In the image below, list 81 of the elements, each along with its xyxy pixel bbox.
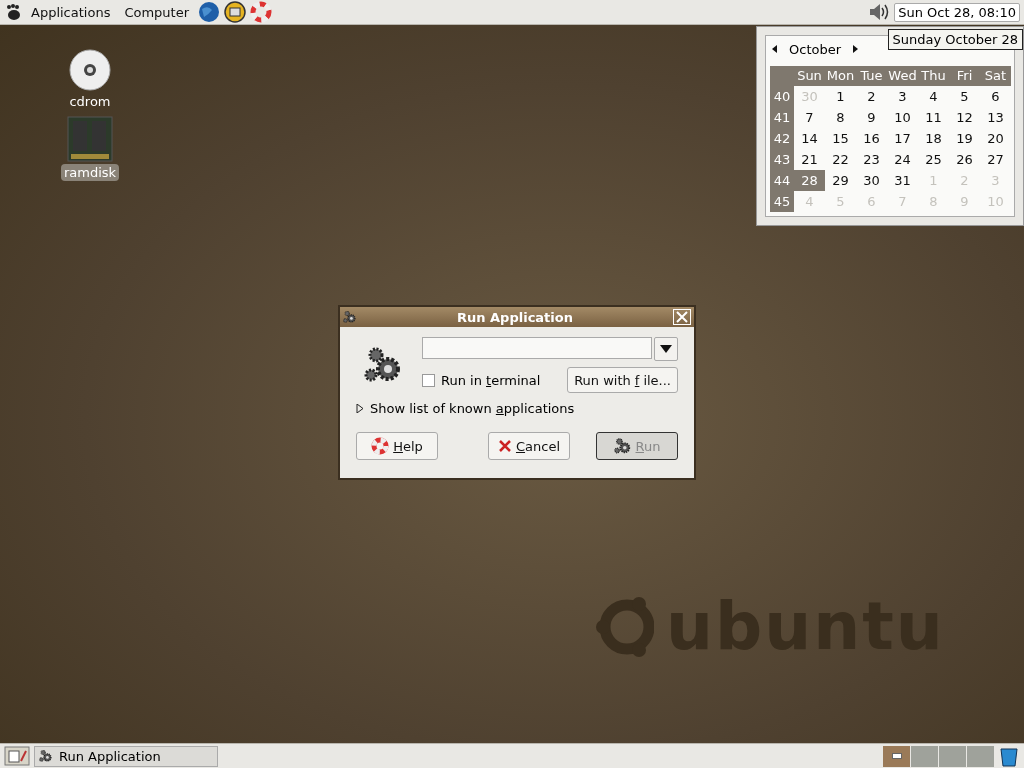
checkbox[interactable] bbox=[422, 373, 435, 387]
calendar-day[interactable]: 9 bbox=[856, 107, 887, 128]
calendar-day[interactable]: 1 bbox=[825, 86, 856, 107]
calendar-day[interactable]: 14 bbox=[794, 128, 825, 149]
calendar-day[interactable]: 11 bbox=[918, 107, 949, 128]
window-icon bbox=[891, 753, 902, 759]
calendar-day[interactable]: 29 bbox=[825, 170, 856, 191]
expander-label[interactable]: Show list of known applications bbox=[370, 401, 575, 416]
menu-item[interactable]: Computer bbox=[119, 2, 195, 22]
calendar-day[interactable]: 8 bbox=[825, 107, 856, 128]
weekday-header: Thu bbox=[918, 66, 949, 86]
calendar-day[interactable]: 4 bbox=[918, 86, 949, 107]
calendar-day[interactable]: 31 bbox=[887, 170, 918, 191]
weekday-header: Mon bbox=[825, 66, 856, 86]
weekday-header: Fri bbox=[949, 66, 980, 86]
menu-item[interactable]: Applications bbox=[26, 2, 116, 22]
calendar-day[interactable]: 24 bbox=[887, 149, 918, 170]
calendar-day[interactable]: 27 bbox=[980, 149, 1011, 170]
calendar-day[interactable]: 6 bbox=[980, 86, 1011, 107]
calendar-day[interactable]: 17 bbox=[887, 128, 918, 149]
calendar-day[interactable]: 28 bbox=[794, 170, 825, 191]
gears-icon bbox=[613, 437, 632, 455]
calendar-day[interactable]: 20 bbox=[980, 128, 1011, 149]
tooltip: Sunday October 28 bbox=[887, 29, 1023, 50]
icon-label[interactable]: ramdisk bbox=[60, 164, 120, 181]
dropdown-button[interactable] bbox=[654, 337, 678, 361]
calendar-day[interactable]: 30 bbox=[856, 170, 887, 191]
week-number: 42 bbox=[770, 128, 794, 149]
week-number: 40 bbox=[770, 86, 794, 107]
week-number: 41 bbox=[770, 107, 794, 128]
cancel-button[interactable]: Cancel bbox=[488, 432, 570, 460]
taskbar-button[interactable]: Run Application bbox=[34, 745, 218, 767]
show-desktop-icon[interactable] bbox=[4, 746, 30, 766]
gears-icon bbox=[39, 749, 53, 763]
weekday-header: Tue bbox=[856, 66, 887, 86]
disc-icon[interactable] bbox=[69, 49, 111, 91]
clock[interactable]: Sun Oct 28, 08:10 bbox=[894, 2, 1020, 22]
calendar-day[interactable]: 7 bbox=[794, 107, 825, 128]
help-button[interactable]: Help bbox=[356, 432, 438, 460]
month-label: October bbox=[789, 41, 842, 57]
calendar-day[interactable]: 23 bbox=[856, 149, 887, 170]
calendar-day[interactable]: 19 bbox=[949, 128, 980, 149]
weekday-header: Sat bbox=[980, 66, 1011, 86]
close-button[interactable] bbox=[673, 309, 691, 325]
calendar-day[interactable]: 16 bbox=[856, 128, 887, 149]
weekday-header: Sun bbox=[794, 66, 825, 86]
week-number: 45 bbox=[770, 191, 794, 212]
calendar-day[interactable]: 22 bbox=[825, 149, 856, 170]
cross-icon bbox=[497, 439, 512, 453]
window-title: Run Application bbox=[456, 309, 574, 325]
calendar-day[interactable]: 18 bbox=[918, 128, 949, 149]
previous-month-button[interactable] bbox=[772, 45, 777, 53]
next-month-button[interactable] bbox=[853, 45, 859, 53]
week-number: 44 bbox=[770, 170, 794, 191]
calendar-day[interactable]: 21 bbox=[794, 149, 825, 170]
calendar-day[interactable]: 15 bbox=[825, 128, 856, 149]
speaker-icon[interactable] bbox=[868, 2, 891, 22]
caret-icon bbox=[660, 345, 672, 353]
calendar-day[interactable]: 5 bbox=[949, 86, 980, 107]
memory-chip-icon[interactable] bbox=[67, 116, 113, 162]
week-number: 43 bbox=[770, 149, 794, 170]
weekday-header: Wed bbox=[887, 66, 918, 86]
gears-icon bbox=[343, 310, 357, 324]
expander-arrow-icon[interactable] bbox=[356, 404, 364, 413]
foot-icon[interactable] bbox=[4, 3, 22, 21]
workspace-button[interactable] bbox=[883, 745, 910, 767]
run-with-file-button[interactable]: Run with f ile... bbox=[567, 367, 678, 393]
globe-icon[interactable] bbox=[198, 1, 221, 23]
calendar-day[interactable]: 13 bbox=[980, 107, 1011, 128]
calendar-day[interactable]: 26 bbox=[949, 149, 980, 170]
icon-label[interactable]: cdrom bbox=[66, 93, 114, 110]
calendar-day[interactable]: 3 bbox=[887, 86, 918, 107]
command-input-field[interactable] bbox=[422, 337, 652, 359]
calendar-day[interactable]: 10 bbox=[887, 107, 918, 128]
trash-icon[interactable] bbox=[998, 745, 1020, 767]
calendar-day[interactable]: 2 bbox=[856, 86, 887, 107]
lifebuoy-icon bbox=[371, 437, 390, 455]
calendar-day[interactable]: 12 bbox=[949, 107, 980, 128]
calendar-day[interactable]: 25 bbox=[918, 149, 949, 170]
checkbox-label[interactable]: Run in terminal bbox=[441, 372, 541, 388]
lifebuoy-icon[interactable] bbox=[250, 1, 273, 23]
